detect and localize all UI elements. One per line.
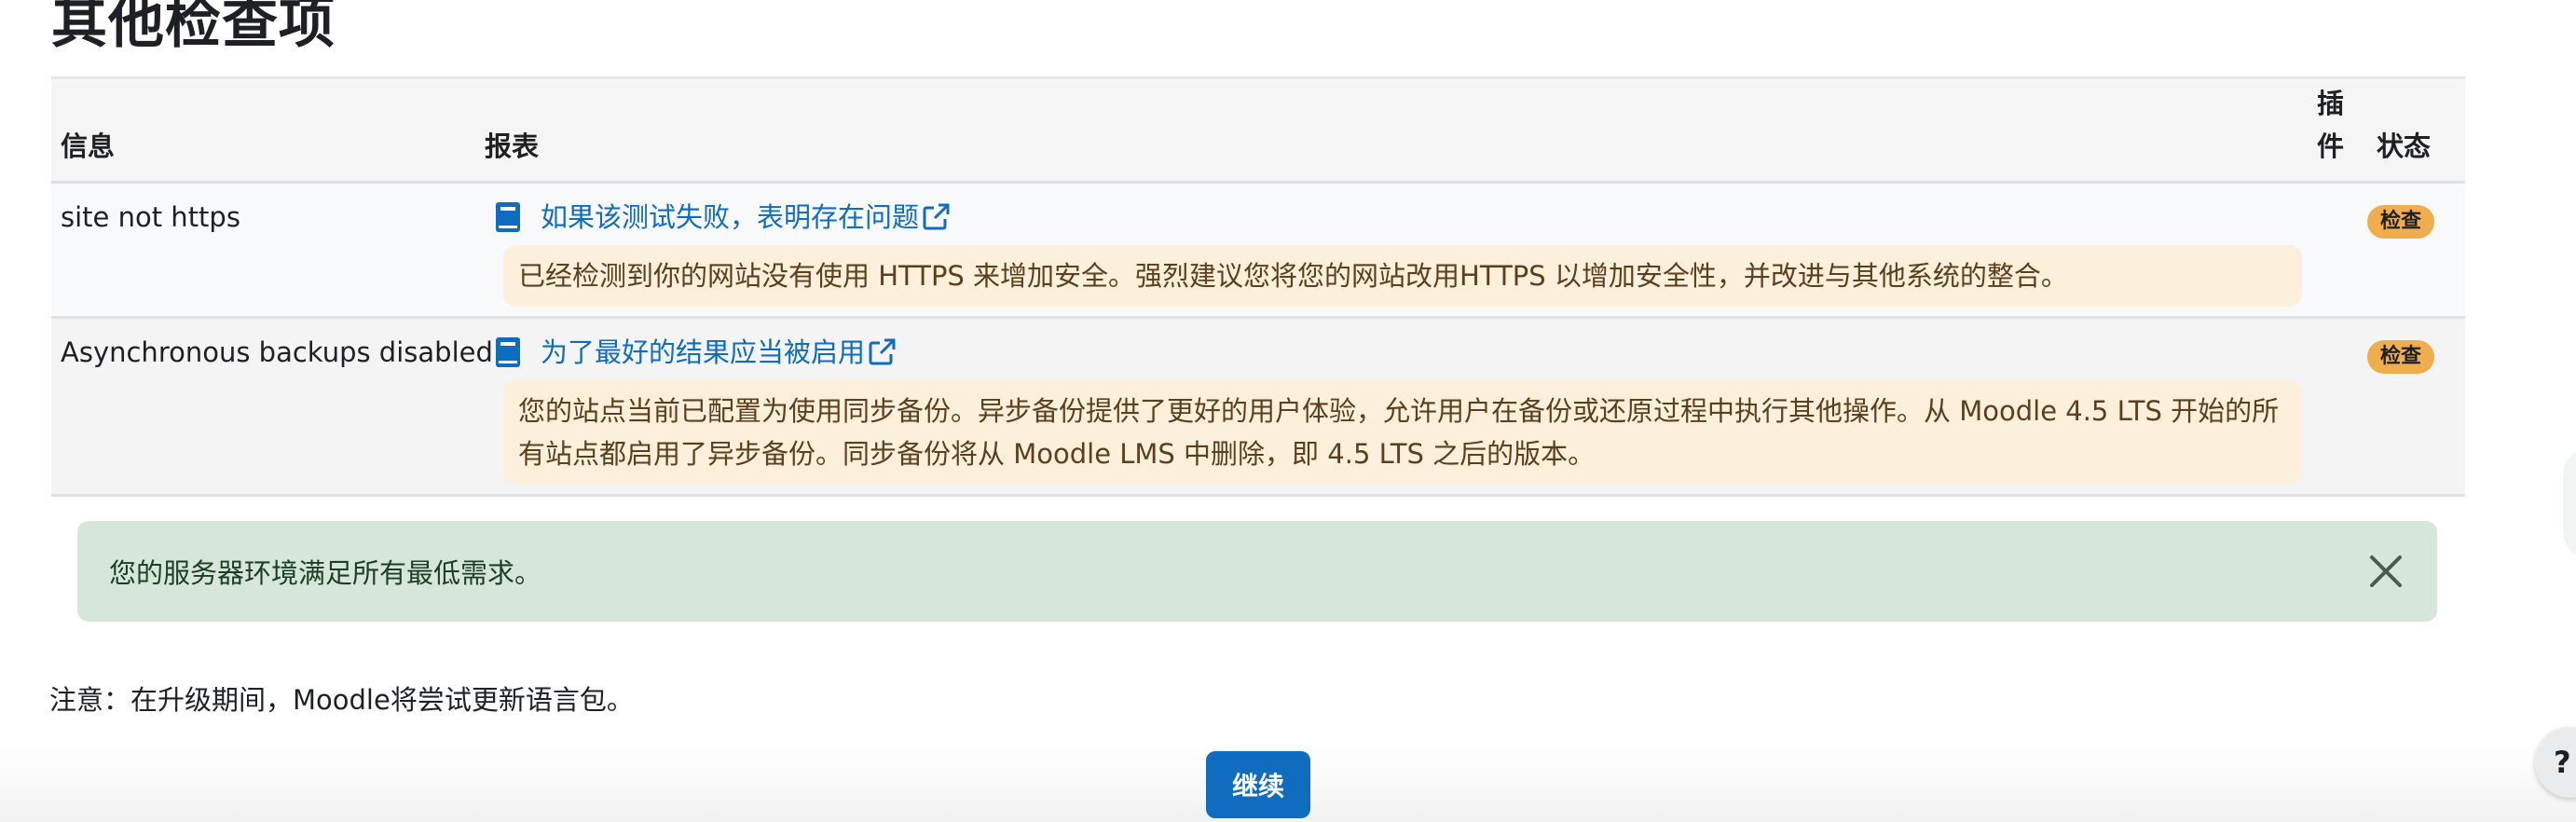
close-icon[interactable] [2366,552,2405,591]
column-header-plugin: 插件 [2317,88,2345,162]
check-report: 为了最好的结果应当被启用 您的站点当前已配置为使用同步备份。异步备份提供了更好的… [485,318,2311,496]
continue-button[interactable]: 继续 [1206,751,1310,818]
status-badge: 检查 [2367,340,2435,374]
drawer-toggle-edge[interactable] [2563,447,2576,559]
report-link-text[interactable]: 为了最好的结果应当被启用 [541,334,865,371]
report-link[interactable]: 为了最好的结果应当被启用 [485,334,2302,371]
upgrade-note: 注意：在升级期间，Moodle将尝试更新语言包。 [49,684,634,716]
check-info: Asynchronous backups disabled [61,336,493,368]
success-alert-message: 您的服务器环境满足所有最低需求。 [109,557,542,589]
column-header-report: 报表 [485,130,540,162]
book-icon [496,202,520,232]
success-alert: 您的服务器环境满足所有最低需求。 [77,521,2437,622]
check-plugin [2311,183,2367,318]
external-link-icon [869,338,896,365]
page-title: 其他检查项 [51,0,336,56]
check-info: site not https [61,201,240,233]
check-plugin [2311,318,2367,496]
check-details-alert: 您的站点当前已配置为使用同步备份。异步备份提供了更好的用户体验，允许用户在备份或… [503,380,2302,485]
report-link[interactable]: 如果该测试失败，表明存在问题 [485,199,2302,236]
report-link-text[interactable]: 如果该测试失败，表明存在问题 [541,199,919,236]
check-report: 如果该测试失败，表明存在问题 已经检测到你的网站没有使用 HTTPS 来增加安全… [485,183,2311,318]
table-row: site not https 如果该测试失败，表明存在问题 已经检测到你的网站没… [51,182,2465,318]
check-status: 检查 [2367,183,2465,318]
table-header-row: 信息 报表 插件 状态 [51,77,2465,183]
status-badge: 检查 [2367,205,2435,239]
check-details-alert: 已经检测到你的网站没有使用 HTTPS 来增加安全。强烈建议您将您的网站改用HT… [503,245,2302,307]
environment-checks-table: 信息 报表 插件 状态 site not https 如果该测试失败，表明存在问… [51,76,2465,497]
help-button[interactable]: ? [2535,727,2576,798]
column-header-status: 状态 [2377,130,2432,162]
external-link-icon [923,203,950,230]
table-row: Asynchronous backups disabled 为了最好的结果应当被… [51,317,2465,496]
check-status: 检查 [2367,318,2465,496]
column-header-info: 信息 [61,130,116,162]
book-icon [496,337,520,367]
